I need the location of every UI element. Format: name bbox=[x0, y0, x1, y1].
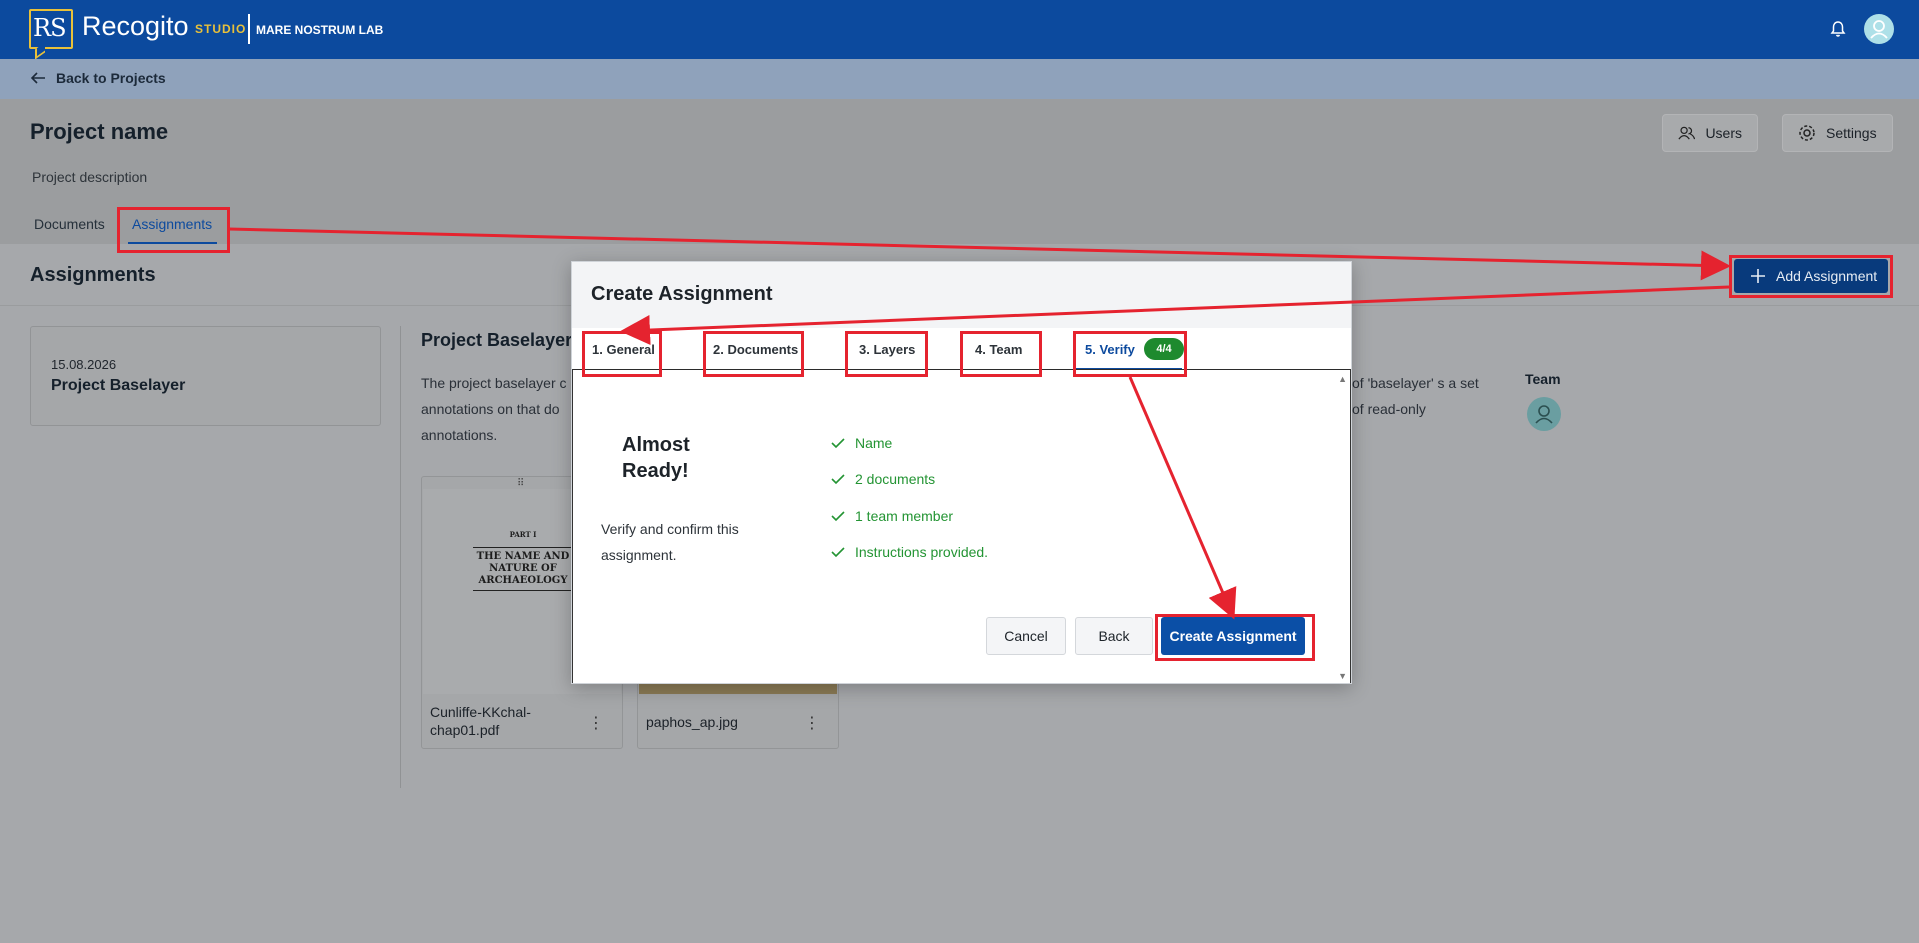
back-button[interactable]: Back bbox=[1075, 617, 1153, 655]
back-to-projects-link[interactable]: Back to Projects bbox=[30, 70, 166, 86]
highlight-step-documents bbox=[703, 331, 804, 377]
sub-navigation-bar bbox=[0, 59, 1919, 99]
assignment-detail-text-right: of 'baselayer' s a set of read-only bbox=[1352, 375, 1479, 417]
users-icon bbox=[1678, 126, 1696, 140]
project-header bbox=[0, 99, 1919, 244]
assignment-detail-title: Project Baselayer bbox=[421, 330, 573, 350]
settings-button[interactable]: Settings bbox=[1782, 114, 1893, 152]
verify-instructions: Verify and confirm this assignment. bbox=[601, 521, 739, 563]
assignments-title: Assignments bbox=[30, 264, 156, 286]
users-button[interactable]: Users bbox=[1662, 114, 1758, 152]
assignment-date: 15.08.2026 bbox=[51, 357, 117, 372]
highlight-create-assignment bbox=[1155, 614, 1315, 661]
document-cover-text: PART I THE NAME AND NATURE OF ARCHAEOLOG… bbox=[473, 529, 573, 591]
brand-name: Recogito bbox=[82, 11, 189, 41]
project-description: Project description bbox=[32, 169, 148, 185]
team-member-avatar[interactable] bbox=[1527, 397, 1561, 431]
document-name: paphos_ap.jpg bbox=[646, 714, 738, 730]
arrow-left-icon bbox=[30, 72, 45, 84]
brand-divider bbox=[248, 14, 250, 44]
organization-name: MARE NOSTRUM LAB bbox=[256, 23, 384, 37]
dialog-title: Create Assignment bbox=[591, 283, 773, 305]
project-title: Project name bbox=[30, 119, 169, 144]
check-label: Instructions provided. bbox=[855, 544, 989, 560]
gear-icon bbox=[1799, 125, 1815, 141]
more-vertical-icon[interactable]: ⋮ bbox=[588, 713, 604, 733]
back-label: Back to Projects bbox=[56, 70, 166, 86]
tab-documents[interactable]: Documents bbox=[34, 216, 105, 232]
checkmark-icon bbox=[831, 511, 845, 522]
drag-handle-icon[interactable]: ⠿ bbox=[517, 478, 524, 489]
check-item: 1 team member bbox=[831, 508, 953, 524]
assignment-card[interactable]: 15.08.2026 Project Baselayer bbox=[30, 326, 381, 426]
highlight-add-assignment bbox=[1729, 255, 1893, 298]
highlight-assignments-tab bbox=[117, 207, 230, 253]
scroll-up-icon[interactable]: ▲ bbox=[1338, 374, 1347, 384]
highlight-step-team bbox=[960, 331, 1042, 377]
check-item: Instructions provided. bbox=[831, 544, 988, 560]
check-label: Name bbox=[855, 435, 893, 451]
highlight-step-verify bbox=[1073, 331, 1187, 377]
vertical-divider bbox=[400, 326, 401, 788]
highlight-step-general bbox=[582, 331, 662, 377]
bell-icon[interactable] bbox=[1830, 20, 1846, 38]
users-label: Users bbox=[1705, 125, 1742, 141]
assignment-name: Project Baselayer bbox=[51, 377, 186, 394]
document-name: Cunliffe-KKchal-chap01.pdf bbox=[430, 704, 531, 738]
check-item: Name bbox=[831, 435, 892, 451]
checkmark-icon bbox=[831, 438, 845, 449]
cancel-button[interactable]: Cancel bbox=[986, 617, 1066, 655]
almost-ready-heading: Almost Ready! bbox=[622, 434, 690, 482]
user-avatar-icon[interactable] bbox=[1864, 14, 1894, 44]
check-label: 2 documents bbox=[855, 471, 936, 487]
cover-line: PART I bbox=[509, 530, 537, 539]
cover-line: THE NAME AND bbox=[473, 547, 573, 563]
highlight-step-layers bbox=[845, 331, 928, 377]
scroll-down-icon[interactable]: ▼ bbox=[1338, 671, 1347, 681]
more-vertical-icon[interactable]: ⋮ bbox=[804, 713, 820, 733]
cover-line: NATURE OF bbox=[489, 563, 557, 574]
team-label: Team bbox=[1525, 371, 1561, 387]
cover-line: ARCHAEOLOGY bbox=[473, 575, 573, 591]
checkmark-icon bbox=[831, 547, 845, 558]
check-item: 2 documents bbox=[831, 471, 935, 487]
assignment-detail-text: The project baselayer c annotations on t… bbox=[421, 375, 567, 443]
recogito-logo[interactable]: RS bbox=[29, 9, 73, 60]
brand-studio: STUDIO bbox=[195, 22, 247, 36]
settings-label: Settings bbox=[1826, 125, 1877, 141]
check-label: 1 team member bbox=[855, 508, 954, 524]
logo-text: RS bbox=[33, 14, 67, 42]
checkmark-icon bbox=[831, 474, 845, 485]
